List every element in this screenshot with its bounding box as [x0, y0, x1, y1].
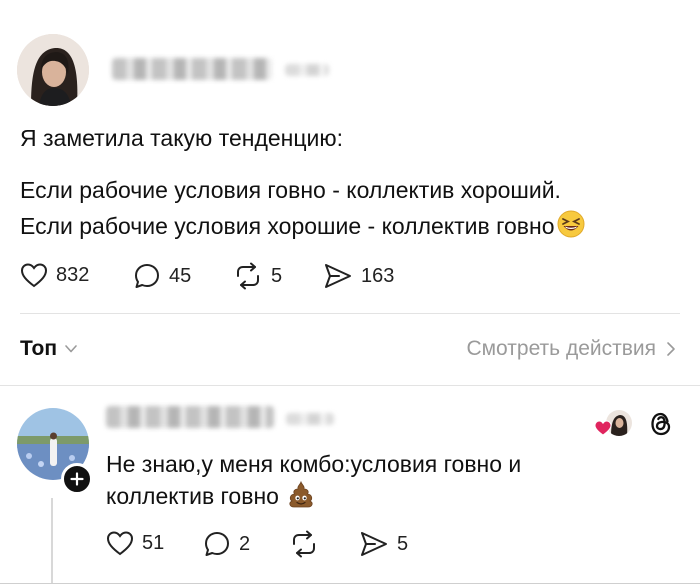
thread-line — [51, 498, 53, 584]
reply-line-2: коллектив говно — [106, 483, 279, 509]
comment-bubble-icon — [205, 532, 229, 556]
reply-line-2-row: коллектив говно — [106, 478, 315, 514]
grinning-squinting-face-icon — [557, 210, 585, 243]
threads-logo-icon[interactable] — [648, 410, 674, 443]
like-count: 832 — [56, 263, 90, 286]
heart-icon — [106, 531, 134, 556]
share-count: 163 — [361, 264, 395, 287]
reply-like-count: 51 — [142, 531, 165, 554]
red-heart-icon — [594, 420, 612, 436]
comment-button[interactable]: 45 — [133, 262, 191, 290]
reply-like-button[interactable]: 51 — [106, 530, 164, 556]
reply-share-count: 5 — [397, 532, 409, 555]
divider-top — [20, 313, 680, 314]
reply-comment-count: 2 — [239, 532, 251, 555]
repost-count: 5 — [271, 264, 283, 287]
author-name-blurred[interactable] — [112, 58, 272, 80]
send-icon — [325, 264, 351, 288]
view-activity-link[interactable]: Смотреть действия — [466, 337, 676, 361]
avatar-photo — [17, 34, 89, 106]
reply-author-handle-blurred — [286, 413, 334, 425]
plus-icon — [70, 472, 84, 486]
sort-dropdown[interactable]: Топ — [20, 337, 79, 361]
post-intro: Я заметила такую тенденцию: — [20, 125, 344, 151]
reply-author-name-blurred[interactable] — [106, 406, 274, 428]
repost-icon — [293, 530, 315, 558]
reply-repost-button[interactable] — [289, 530, 327, 558]
divider-section — [0, 385, 700, 386]
comment-bubble-icon — [135, 264, 159, 288]
comment-count: 45 — [169, 264, 192, 287]
reply-comment-button[interactable]: 2 — [203, 530, 250, 558]
author-handle-blurred — [285, 64, 329, 76]
send-icon — [361, 532, 387, 556]
author-avatar[interactable] — [17, 34, 89, 106]
post-line-2-row: Если рабочие условия хорошие - коллектив… — [20, 208, 585, 244]
reply-share-button[interactable]: 5 — [359, 530, 408, 558]
chevron-down-icon — [65, 345, 77, 353]
share-button[interactable]: 163 — [323, 262, 394, 290]
like-button[interactable]: 832 — [20, 262, 89, 288]
reply-line-1: Не знаю,у меня комбо:условия говно и — [106, 451, 522, 477]
repost-button[interactable]: 5 — [233, 262, 282, 290]
liked-by-author-indicator — [594, 410, 634, 438]
chevron-right-icon — [667, 342, 675, 356]
heart-icon — [20, 263, 48, 288]
post-line-1: Если рабочие условия говно - коллектив х… — [20, 177, 561, 203]
view-activity-label: Смотреть действия — [466, 337, 656, 360]
pile-of-poo-icon — [287, 480, 315, 513]
repost-icon — [237, 262, 259, 290]
follow-plus-button[interactable] — [61, 463, 93, 495]
post-line-2: Если рабочие условия хорошие - коллектив… — [20, 213, 555, 239]
sort-label: Топ — [20, 337, 58, 360]
